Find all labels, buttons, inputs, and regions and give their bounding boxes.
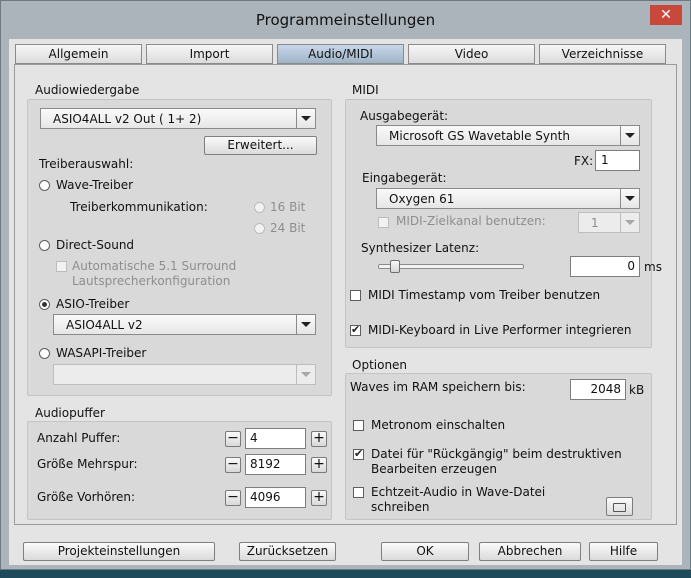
midi-output-device-value: Microsoft GS Wavetable Synth <box>389 129 570 143</box>
chevron-down-icon <box>296 315 315 334</box>
advanced-button[interactable]: Erweitert... <box>204 136 317 155</box>
buffer-count-field[interactable]: 4 <box>245 428 306 449</box>
project-settings-button[interactable]: Projekteinstellungen <box>23 542 215 561</box>
midi-group: Ausgabegerät: Microsoft GS Wavetable Syn… <box>345 99 662 348</box>
asio-device-value: ASIO4ALL v2 <box>66 318 143 332</box>
fx-field[interactable]: 1 <box>595 150 640 171</box>
audio-playback-group: ASIO4ALL v2 Out ( 1+ 2) Erweitert... Tre… <box>27 99 332 396</box>
bit24-radio[interactable] <box>254 223 265 234</box>
settings-dialog: Programmeinstellungen ✕ Allgemein Import… <box>0 0 691 570</box>
midi-output-label: Ausgabegerät: <box>360 109 449 123</box>
preview-size-increment[interactable]: + <box>311 490 327 506</box>
midi-target-channel-checkbox[interactable] <box>378 217 389 228</box>
reset-button[interactable]: Zurücksetzen <box>239 542 336 561</box>
dialog-client-area: Allgemein Import Audio/MIDI Video Verzei… <box>9 39 682 565</box>
auto-surround-label-line2: Lautsprecherkonfiguration <box>72 274 231 288</box>
folder-icon <box>613 503 626 512</box>
midi-heading: MIDI <box>352 83 379 97</box>
midi-target-channel-select[interactable]: 1 <box>578 212 640 233</box>
cancel-button[interactable]: Abbrechen <box>479 542 581 561</box>
buffer-count-increment[interactable]: + <box>311 431 327 447</box>
close-icon[interactable]: ✕ <box>650 5 682 25</box>
wave-driver-radio[interactable] <box>39 180 50 191</box>
asio-driver-radio[interactable] <box>39 299 50 310</box>
tab-video[interactable]: Video <box>408 44 535 64</box>
wave-driver-label: Wave-Treiber <box>56 178 134 192</box>
midi-target-channel-value: 1 <box>591 216 599 230</box>
midi-output-device-select[interactable]: Microsoft GS Wavetable Synth <box>376 125 640 146</box>
options-heading: Optionen <box>352 358 408 372</box>
chevron-down-icon <box>296 109 315 128</box>
chevron-down-icon <box>620 213 639 232</box>
synth-latency-field[interactable]: 0 <box>570 256 640 277</box>
realtime-audio-label-line1: Echtzeit-Audio in Wave-Datei <box>371 485 546 499</box>
waves-ram-unit: kB <box>629 383 645 397</box>
tab-import[interactable]: Import <box>146 44 273 64</box>
asio-device-select[interactable]: ASIO4ALL v2 <box>53 314 316 335</box>
tab-allgemein[interactable]: Allgemein <box>15 44 142 64</box>
bit16-radio[interactable] <box>254 202 265 213</box>
midi-keyboard-checkbox[interactable] <box>350 323 361 336</box>
midi-input-device-value: Oxygen 61 <box>389 192 455 206</box>
multitrack-size-decrement[interactable]: − <box>225 457 241 473</box>
auto-surround-checkbox[interactable] <box>56 261 67 272</box>
help-button[interactable]: Hilfe <box>589 542 658 561</box>
tab-panel-audio-midi: Audiowiedergabe ASIO4ALL v2 Out ( 1+ 2) … <box>14 64 677 525</box>
direct-sound-label: Direct-Sound <box>56 238 135 252</box>
direct-sound-radio[interactable] <box>39 240 50 251</box>
metronome-label: Metronom einschalten <box>371 418 506 432</box>
wasapi-device-select[interactable] <box>53 364 316 385</box>
waves-ram-field[interactable]: 2048 <box>570 379 626 400</box>
asio-driver-label: ASIO-Treiber <box>56 297 130 311</box>
audio-output-device-select[interactable]: ASIO4ALL v2 Out ( 1+ 2) <box>40 108 316 129</box>
midi-input-device-select[interactable]: Oxygen 61 <box>376 188 640 209</box>
chevron-down-icon <box>620 189 639 208</box>
multitrack-size-field[interactable]: 8192 <box>245 454 306 475</box>
waves-ram-label: Waves im RAM speichern bis: <box>350 380 526 394</box>
undo-file-checkbox[interactable] <box>353 447 364 460</box>
audio-buffer-group: Anzahl Puffer: − 4 + Größe Mehrspur: − 8… <box>27 421 332 520</box>
chevron-down-icon <box>296 365 315 384</box>
multitrack-size-increment[interactable]: + <box>311 457 327 473</box>
wasapi-driver-radio[interactable] <box>39 348 50 359</box>
preview-size-field[interactable]: 4096 <box>245 487 306 508</box>
buffer-count-label: Anzahl Puffer: <box>37 431 121 445</box>
midi-target-channel-label: MIDI-Zielkanal benutzen: <box>396 214 546 228</box>
options-group: Waves im RAM speichern bis: 2048 kB Metr… <box>345 373 652 520</box>
realtime-audio-checkbox[interactable] <box>353 487 364 498</box>
realtime-audio-label-line2: schreiben <box>371 500 430 514</box>
fx-label: FX: <box>574 154 594 168</box>
title-bar[interactable]: Programmeinstellungen ✕ <box>1 1 690 37</box>
wasapi-driver-label: WASAPI-Treiber <box>56 346 147 360</box>
audio-output-device-value: ASIO4ALL v2 Out ( 1+ 2) <box>53 112 202 126</box>
multitrack-size-label: Größe Mehrspur: <box>37 457 138 471</box>
preview-size-label: Größe Vorhören: <box>37 490 136 504</box>
window-title: Programmeinstellungen <box>255 11 436 29</box>
driver-communication-label: Treiberkommunikation: <box>70 200 208 214</box>
undo-file-label-line1: Datei für "Rückgängig" beim destruktiven <box>371 447 622 461</box>
ok-button[interactable]: OK <box>381 542 469 561</box>
preview-size-decrement[interactable]: − <box>225 490 241 506</box>
midi-keyboard-label: MIDI-Keyboard in Live Performer integrie… <box>368 323 632 337</box>
audio-buffer-heading: Audiopuffer <box>35 406 105 420</box>
midi-timestamp-checkbox[interactable] <box>350 290 361 301</box>
synth-latency-slider-thumb[interactable] <box>390 260 400 273</box>
synth-latency-label: Synthesizer Latenz: <box>361 241 480 255</box>
midi-input-label: Eingabegerät: <box>362 171 447 185</box>
folder-browse-button[interactable] <box>606 497 633 516</box>
metronome-checkbox[interactable] <box>353 420 364 431</box>
buffer-count-decrement[interactable]: − <box>225 431 241 447</box>
bit16-label: 16 Bit <box>270 200 306 214</box>
midi-timestamp-label: MIDI Timestamp vom Treiber benutzen <box>368 288 601 302</box>
undo-file-label-line2: Bearbeiten erzeugen <box>371 462 497 476</box>
tab-audio-midi[interactable]: Audio/MIDI <box>277 44 404 64</box>
audio-playback-heading: Audiowiedergabe <box>35 83 140 97</box>
chevron-down-icon <box>620 126 639 145</box>
bit24-label: 24 Bit <box>270 221 306 235</box>
tab-verzeichnisse[interactable]: Verzeichnisse <box>539 44 666 64</box>
driver-selection-label: Treiberauswahl: <box>39 157 134 171</box>
synth-latency-unit: ms <box>644 260 662 274</box>
auto-surround-label-line1: Automatische 5.1 Surround <box>72 259 237 273</box>
